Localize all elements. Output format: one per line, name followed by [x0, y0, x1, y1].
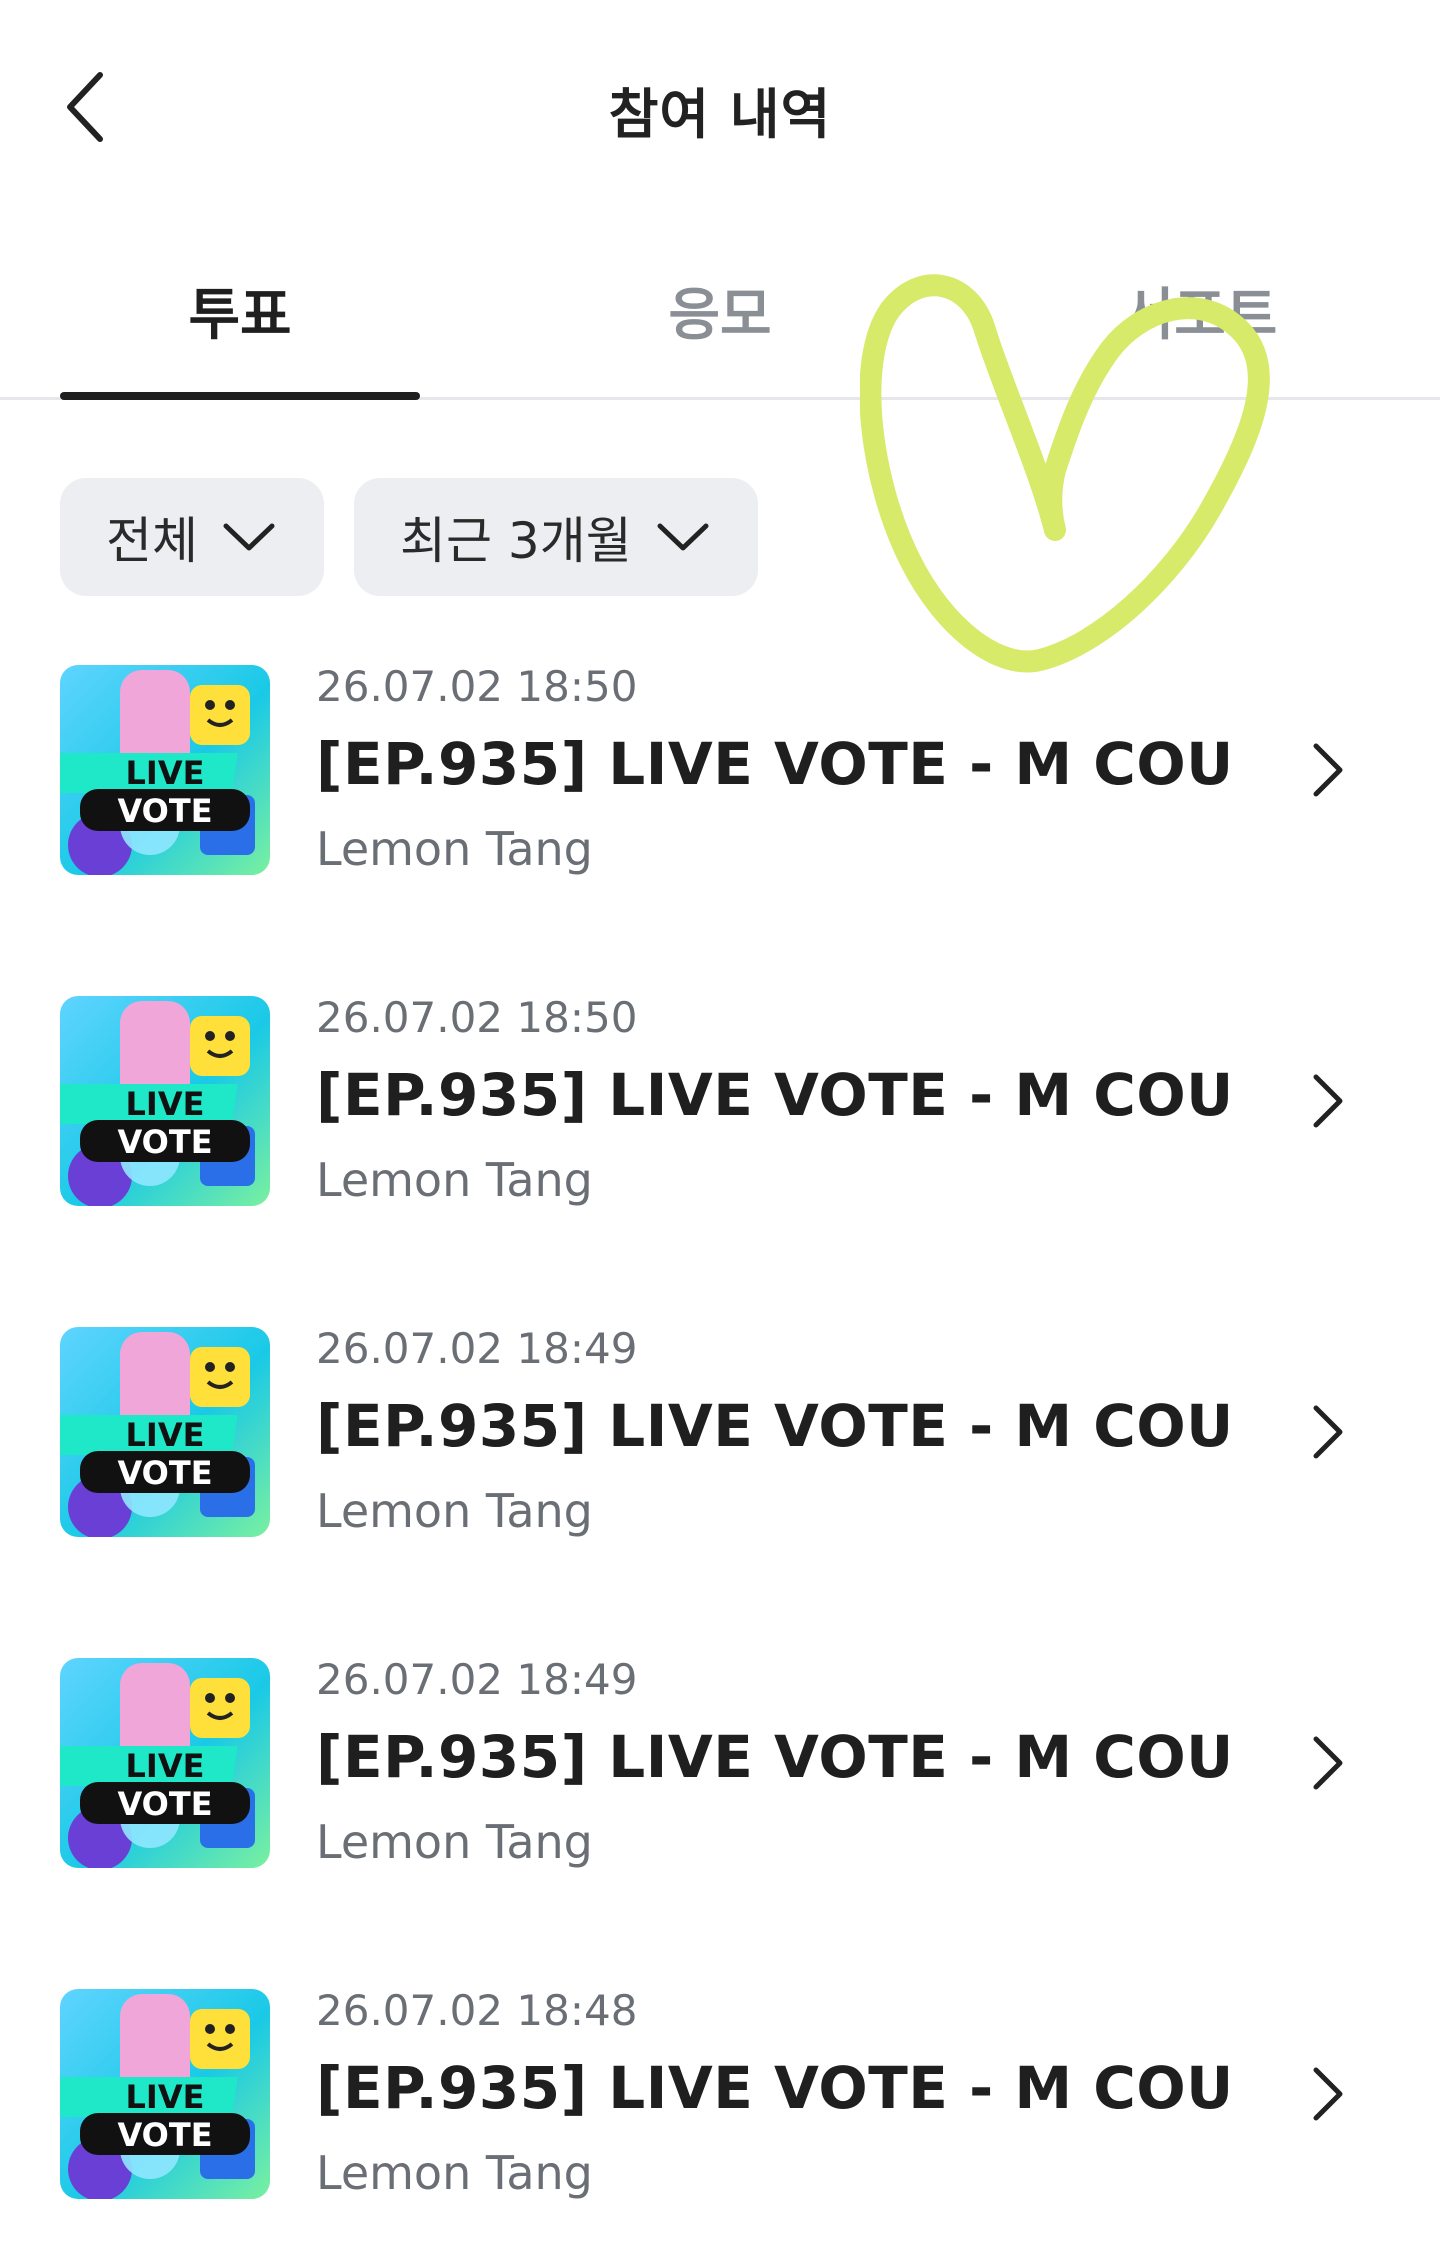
- chevron-down-icon: [657, 523, 709, 551]
- item-artist: Lemon Tang: [316, 1484, 593, 1538]
- thumb-text-vote: VOTE: [117, 1785, 212, 1823]
- period-filter-label: 최근 3개월: [400, 512, 632, 570]
- vote-history-item[interactable]: LIVE VOTE 26.07.02 18:49 [EP.935] LIVE V…: [0, 1653, 1440, 1984]
- vote-history-item[interactable]: LIVE VOTE 26.07.02 18:50 [EP.935] LIVE V…: [0, 991, 1440, 1322]
- event-thumbnail: LIVE VOTE: [60, 1989, 270, 2199]
- item-title: [EP.935] LIVE VOTE - M COUN...: [316, 1061, 1236, 1129]
- chevron-right-icon: [1313, 1074, 1343, 1128]
- item-title: [EP.935] LIVE VOTE - M COUN...: [316, 1392, 1236, 1460]
- item-date: 26.07.02 18:50: [316, 662, 638, 711]
- chevron-right-icon: [1313, 2067, 1343, 2121]
- period-filter-dropdown[interactable]: 최근 3개월: [354, 478, 758, 596]
- filter-bar: 전체 최근 3개월: [60, 478, 758, 596]
- thumb-text-live: LIVE: [126, 1747, 205, 1785]
- item-title: [EP.935] LIVE VOTE - M COUN...: [316, 2054, 1236, 2122]
- active-tab-indicator: [60, 392, 420, 400]
- tab-bar: 투표 응모 서포트: [0, 250, 1440, 400]
- event-thumbnail: LIVE VOTE: [60, 996, 270, 1206]
- thumb-text-vote: VOTE: [117, 792, 212, 830]
- thumb-text-live: LIVE: [126, 754, 205, 792]
- item-date: 26.07.02 18:49: [316, 1655, 638, 1704]
- item-date: 26.07.02 18:48: [316, 1986, 638, 2035]
- page-title: 참여 내역: [608, 83, 832, 146]
- event-thumbnail: LIVE VOTE: [60, 665, 270, 875]
- event-thumbnail: LIVE VOTE: [60, 1327, 270, 1537]
- vote-history-item[interactable]: LIVE VOTE 26.07.02 18:48 [EP.935] LIVE V…: [0, 1984, 1440, 2256]
- vote-history-list: LIVE VOTE 26.07.02 18:50 [EP.935] LIVE V…: [0, 660, 1440, 2256]
- thumb-text-live: LIVE: [126, 2078, 205, 2116]
- participation-history-screen: 참여 내역 투표 응모 서포트 전체 최근 3개월 LIVE VOTE 26.0…: [0, 0, 1440, 2256]
- tab-vote[interactable]: 투표: [60, 270, 420, 351]
- thumb-text-vote: VOTE: [117, 1454, 212, 1492]
- chevron-right-icon: [1313, 1736, 1343, 1790]
- chevron-right-icon: [1313, 743, 1343, 797]
- item-artist: Lemon Tang: [316, 1153, 593, 1207]
- item-date: 26.07.02 18:50: [316, 993, 638, 1042]
- item-title: [EP.935] LIVE VOTE - M COUN...: [316, 1723, 1236, 1791]
- thumb-text-vote: VOTE: [117, 2116, 212, 2154]
- tab-entry[interactable]: 응모: [540, 270, 900, 351]
- type-filter-dropdown[interactable]: 전체: [60, 478, 324, 596]
- item-artist: Lemon Tang: [316, 1815, 593, 1869]
- item-artist: Lemon Tang: [316, 822, 593, 876]
- thumb-text-live: LIVE: [126, 1416, 205, 1454]
- chevron-down-icon: [223, 523, 275, 551]
- type-filter-label: 전체: [106, 512, 198, 570]
- tab-support[interactable]: 서포트: [1020, 270, 1380, 351]
- vote-history-item[interactable]: LIVE VOTE 26.07.02 18:49 [EP.935] LIVE V…: [0, 1322, 1440, 1653]
- item-title: [EP.935] LIVE VOTE - M COUN...: [316, 730, 1236, 798]
- item-artist: Lemon Tang: [316, 2146, 593, 2200]
- item-date: 26.07.02 18:49: [316, 1324, 638, 1373]
- thumb-text-vote: VOTE: [117, 1123, 212, 1161]
- chevron-right-icon: [1313, 1405, 1343, 1459]
- header: 참여 내역: [0, 0, 1440, 210]
- thumb-text-live: LIVE: [126, 1085, 205, 1123]
- vote-history-item[interactable]: LIVE VOTE 26.07.02 18:50 [EP.935] LIVE V…: [0, 660, 1440, 991]
- event-thumbnail: LIVE VOTE: [60, 1658, 270, 1868]
